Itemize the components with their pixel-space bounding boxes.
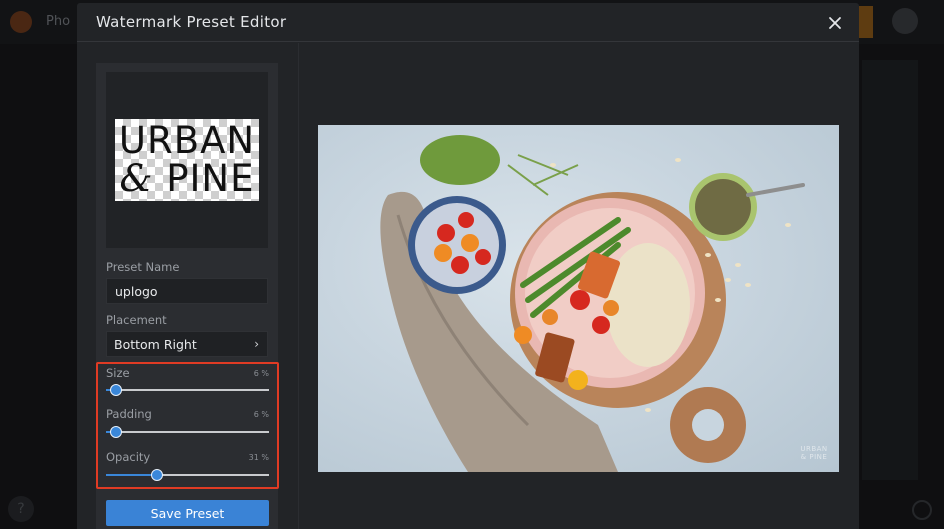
preview-watermark-line1: URBAN bbox=[800, 445, 828, 453]
logo-ampersand: & bbox=[119, 157, 154, 200]
slider-settings-group: Size 6 % Padding 6 % Opacity 31 % bbox=[96, 362, 279, 489]
modal-header: Watermark Preset Editor bbox=[77, 3, 859, 42]
preset-name-label: Preset Name bbox=[106, 260, 180, 274]
size-slider-thumb[interactable] bbox=[109, 384, 122, 396]
placement-label: Placement bbox=[106, 313, 167, 327]
opacity-label: Opacity bbox=[106, 450, 151, 464]
save-preset-button[interactable]: Save Preset bbox=[106, 500, 269, 526]
size-value: 6 % bbox=[253, 369, 269, 378]
modal-title: Watermark Preset Editor bbox=[96, 13, 287, 31]
placement-value: Bottom Right bbox=[114, 337, 197, 352]
size-label: Size bbox=[106, 366, 130, 380]
food-photo-illustration bbox=[380, 135, 805, 472]
opacity-slider-thumb[interactable] bbox=[150, 469, 163, 481]
size-slider[interactable] bbox=[106, 384, 269, 396]
logo-text-line1: URBAN bbox=[118, 119, 256, 162]
opacity-value: 31 % bbox=[248, 453, 269, 462]
preview-watermark-line2: & PINE bbox=[800, 453, 828, 461]
watermark-preset-editor-modal: Watermark Preset Editor URBAN & PINE Pre… bbox=[77, 3, 859, 529]
preview-watermark: URBAN & PINE bbox=[796, 445, 832, 461]
logo-text-line2: & PINE bbox=[115, 159, 259, 199]
logo-text-word: PINE bbox=[166, 157, 255, 200]
padding-value: 6 % bbox=[253, 410, 269, 419]
preview-area: URBAN & PINE bbox=[299, 43, 859, 529]
watermark-logo-image: URBAN & PINE bbox=[115, 119, 259, 201]
placement-select[interactable]: Bottom Right › bbox=[106, 331, 268, 357]
watermark-logo-preview: URBAN & PINE bbox=[106, 72, 268, 248]
opacity-slider[interactable] bbox=[106, 469, 269, 481]
opacity-slider-fill bbox=[106, 474, 157, 476]
preset-name-input[interactable] bbox=[115, 284, 255, 299]
close-icon[interactable] bbox=[825, 13, 845, 33]
padding-slider-thumb[interactable] bbox=[109, 426, 122, 438]
padding-slider[interactable] bbox=[106, 426, 269, 438]
chevron-right-icon: › bbox=[254, 337, 259, 351]
preset-name-field[interactable] bbox=[106, 278, 268, 304]
preview-photo: URBAN & PINE bbox=[318, 125, 839, 472]
padding-label: Padding bbox=[106, 407, 152, 421]
